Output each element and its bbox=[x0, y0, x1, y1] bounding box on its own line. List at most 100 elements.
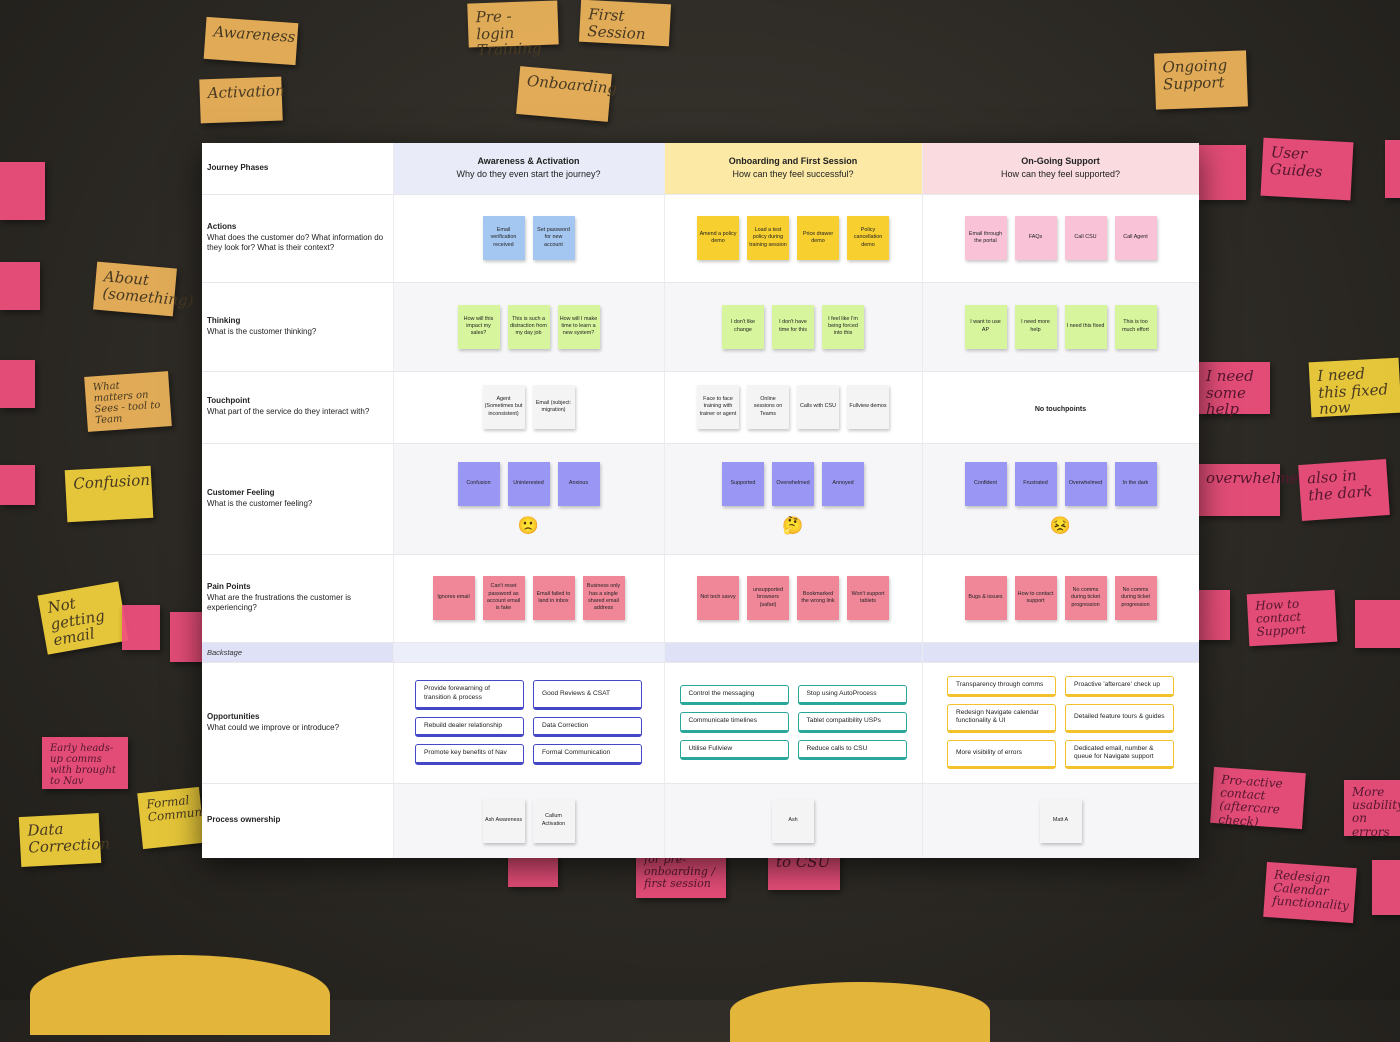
actions-label: Actions What does the customer do? What i… bbox=[202, 194, 394, 283]
sticky-note[interactable]: Annoyed bbox=[822, 461, 864, 506]
sticky-note[interactable]: Email through the portal bbox=[964, 216, 1007, 260]
sticky-note[interactable]: I don't like change bbox=[722, 304, 764, 349]
opportunity-card[interactable]: More visibility of errors bbox=[947, 739, 1056, 769]
opportunity-card[interactable]: Good Reviews & CSAT bbox=[533, 680, 642, 710]
opportunity-card[interactable]: Control the messaging bbox=[679, 684, 789, 706]
sticky-note[interactable]: This is such a distraction from my day j… bbox=[507, 304, 550, 349]
feeling-row: Customer Feeling What is the customer fee… bbox=[202, 443, 1199, 555]
sticky-note[interactable]: Email (subject: migration) bbox=[532, 385, 575, 429]
pain-cell-2: Not tech savvyunsupported browsers (safa… bbox=[664, 554, 923, 643]
sticky-note[interactable]: No comms during ticket progression bbox=[1064, 576, 1107, 620]
sticky-note[interactable]: Email failed to land in inbox bbox=[532, 576, 575, 620]
sticky-note[interactable]: Uninterested bbox=[507, 461, 550, 506]
opportunity-card[interactable]: Dedicated email, number & queue for Navi… bbox=[1065, 739, 1174, 769]
wall-note bbox=[1198, 145, 1246, 200]
wall-note bbox=[0, 465, 35, 505]
wall-note: Pre - login Training bbox=[467, 0, 559, 59]
sticky-note[interactable]: Price drawer demo bbox=[797, 216, 839, 260]
wall-note: First Session bbox=[578, 0, 672, 47]
sticky-note[interactable]: Set password for new account bbox=[532, 216, 575, 260]
sticky-note[interactable]: How will this impact my sales? bbox=[457, 304, 500, 349]
sticky-note[interactable]: How to contact support bbox=[1014, 576, 1057, 620]
opportunity-card[interactable]: Tablet compatibility USPs bbox=[797, 712, 907, 733]
thinking-cell-3: I want to use API need more helpI need t… bbox=[922, 282, 1199, 372]
opportunity-card[interactable]: Utilise Fullview bbox=[679, 739, 789, 761]
owner-note[interactable]: Ash Awareness bbox=[482, 798, 525, 843]
sticky-note[interactable]: Confusion bbox=[457, 461, 500, 506]
opportunity-card[interactable]: Rebuild dealer relationship bbox=[415, 716, 524, 738]
sticky-note[interactable]: Call Agent bbox=[1114, 216, 1157, 260]
wall-note: More usability on errors bbox=[1344, 780, 1400, 838]
wall-note: Formal Communication bbox=[137, 786, 244, 850]
sticky-note[interactable]: Bookmarked the wrong link bbox=[797, 576, 839, 620]
wall-note bbox=[1385, 140, 1400, 198]
sticky-note[interactable]: Confident bbox=[964, 461, 1007, 506]
sticky-note[interactable]: Email verification received bbox=[482, 216, 525, 260]
sticky-note[interactable]: unsupported browsers (safari) bbox=[747, 576, 789, 620]
sticky-note[interactable]: Online sessions on Teams bbox=[747, 385, 789, 429]
sticky-note[interactable]: Call CSU bbox=[1064, 216, 1107, 260]
pain-cell-3: Bugs & issuesHow to contact supportNo co… bbox=[922, 554, 1199, 643]
sticky-note[interactable]: Amend a policy demo bbox=[697, 216, 739, 260]
wall-note: Ongoing Support bbox=[1154, 50, 1248, 110]
sticky-note[interactable]: Ignores email bbox=[432, 576, 475, 620]
sticky-note[interactable]: Can't reset password as account email is… bbox=[482, 576, 525, 620]
sticky-note[interactable]: I feel like I'm being forced into this bbox=[822, 304, 864, 349]
opportunity-card[interactable]: Detailed feature tours & guides bbox=[1065, 703, 1174, 733]
sticky-note[interactable]: Won't support tablets bbox=[847, 576, 889, 620]
sticky-note[interactable]: Frustrated bbox=[1014, 461, 1057, 506]
opportunity-card[interactable]: Communicate timelines bbox=[679, 712, 789, 733]
sticky-note[interactable]: Not tech savvy bbox=[697, 576, 739, 620]
sticky-note[interactable]: Business only has a single shared email … bbox=[582, 576, 625, 620]
opportunity-card[interactable]: Promote key benefits of Nav bbox=[415, 744, 524, 765]
sticky-note[interactable]: Fullview demos bbox=[847, 385, 889, 429]
actions-cell-1: Email verification receivedSet password … bbox=[393, 194, 665, 283]
phases-row: Journey Phases Awareness & Activation Why… bbox=[202, 143, 1199, 195]
sticky-note[interactable]: Policy cancellation demo bbox=[847, 216, 889, 260]
sticky-note[interactable]: FAQs bbox=[1014, 216, 1057, 260]
sticky-note[interactable]: This is too much effort bbox=[1114, 304, 1157, 349]
wall-note: I need some help bbox=[1198, 362, 1270, 417]
sticky-note[interactable]: I need more help bbox=[1014, 304, 1057, 349]
opportunity-card[interactable]: Transparency through comms bbox=[947, 676, 1056, 697]
wall-note: Pro-active contact (aftercare check) bbox=[1210, 766, 1306, 830]
sticky-note[interactable]: In the dark bbox=[1114, 461, 1157, 506]
sticky-note[interactable]: Anxious bbox=[557, 461, 600, 506]
sticky-note[interactable]: Overwhelmed bbox=[1064, 461, 1107, 506]
touchpoint-label: Touchpoint What part of the service do th… bbox=[202, 371, 394, 444]
sticky-note[interactable]: How will I make time to learn a new syst… bbox=[557, 304, 600, 349]
sticky-note[interactable]: Face to face training with trainer or ag… bbox=[697, 385, 739, 429]
sticky-note[interactable]: Agent (Sometimes but inconsistent) bbox=[482, 385, 525, 429]
opportunity-card[interactable]: Redesign Navigate calendar functionality… bbox=[947, 703, 1056, 733]
opportunity-card[interactable]: Reduce calls to CSU bbox=[797, 739, 907, 761]
sticky-note[interactable]: Bugs & issues bbox=[964, 576, 1007, 620]
sticky-note[interactable]: I don't have time for this bbox=[772, 304, 814, 349]
wall-note: Redesign Calendar functionality bbox=[1263, 861, 1357, 924]
wall-note: also in the dark bbox=[1298, 458, 1390, 522]
owner-note[interactable]: Callum Activation bbox=[532, 798, 575, 843]
phase-ongoing-support: On-Going Support How can they feel suppor… bbox=[922, 143, 1199, 195]
sticky-note[interactable]: Calls with CSU bbox=[797, 385, 839, 429]
opportunity-card[interactable]: Proactive 'aftercare' check up bbox=[1065, 676, 1174, 697]
opportunities-label: Opportunities What could we improve or in… bbox=[202, 662, 394, 784]
wall-note bbox=[1372, 860, 1400, 915]
thinking-face-icon: 🤔 bbox=[782, 515, 804, 535]
opportunity-card[interactable]: Data Correction bbox=[533, 716, 642, 738]
sticky-note[interactable]: No comms during ticket progression bbox=[1114, 576, 1157, 620]
opportunities-cell-3: Transparency through comms Proactive 'af… bbox=[922, 662, 1199, 784]
thinking-label: Thinking What is the customer thinking? bbox=[202, 282, 394, 372]
opportunity-card[interactable]: Provide forewarning of transition & proc… bbox=[415, 680, 524, 710]
opportunity-card[interactable]: Stop using AutoProcess bbox=[797, 684, 907, 706]
sticky-note[interactable]: Overwhelmed bbox=[772, 461, 814, 506]
feeling-cell-3: Confident Frustrated Overwhelmed In the dar… bbox=[922, 443, 1199, 555]
wall-note: About (something) bbox=[93, 261, 194, 317]
wall-note bbox=[0, 262, 40, 310]
sticky-note[interactable]: I need this fixed bbox=[1064, 304, 1107, 349]
owner-note[interactable]: Matt A bbox=[1039, 798, 1082, 843]
owner-note[interactable]: Ash bbox=[772, 798, 814, 843]
sticky-note[interactable]: Supported bbox=[722, 461, 764, 506]
opportunity-card[interactable]: Formal Communication bbox=[533, 744, 642, 765]
touchpoint-cell-3: No touchpoints bbox=[922, 371, 1199, 444]
sticky-note[interactable]: Load a test policy during training sessi… bbox=[747, 216, 789, 260]
sticky-note[interactable]: I want to use AP bbox=[964, 304, 1007, 349]
